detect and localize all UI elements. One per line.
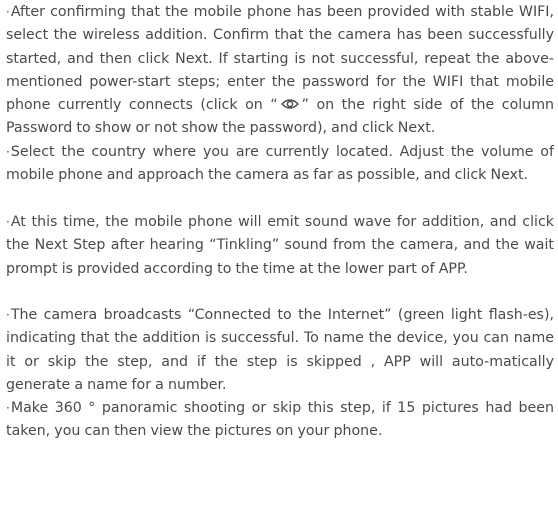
manual-page: ·After confirming that the mobile phone … <box>0 0 558 528</box>
instruction-paragraph-wifi: ·After confirming that the mobile phone … <box>6 1 554 141</box>
instruction-paragraph-panoramic: ·Make 360 ° panoramic shooting or skip t… <box>6 397 554 444</box>
paragraph-text: Select the country where you are current… <box>6 144 554 184</box>
instruction-paragraph-sound-wave: ·At this time, the mobile phone will emi… <box>6 211 554 281</box>
paragraph-text: The camera broadcasts “Connected to the … <box>6 307 554 393</box>
eye-icon <box>280 98 299 110</box>
paragraph-text: At this time, the mobile phone will emit… <box>6 214 554 277</box>
instruction-paragraph-country: ·Select the country where you are curren… <box>6 141 554 188</box>
instruction-paragraph-connected: ·The camera broadcasts “Connected to the… <box>6 304 554 397</box>
paragraph-text: Make 360 ° panoramic shooting or skip th… <box>6 400 554 440</box>
